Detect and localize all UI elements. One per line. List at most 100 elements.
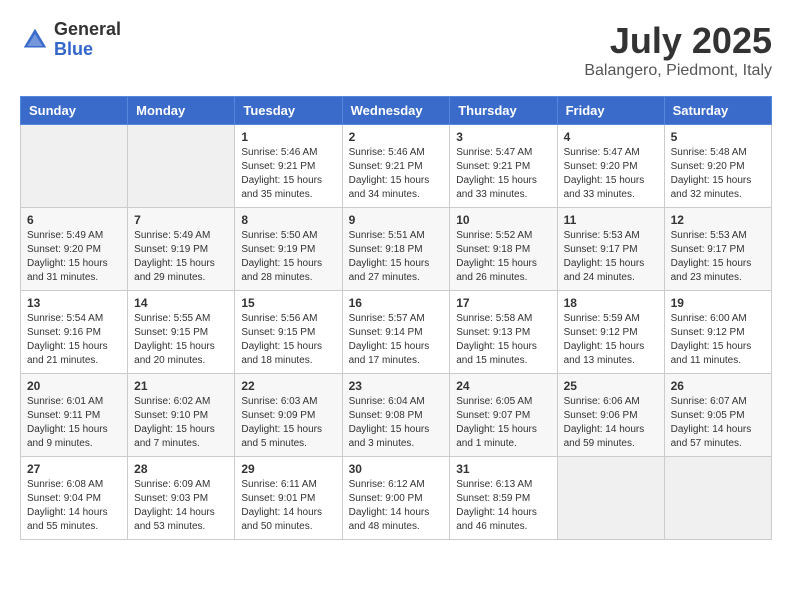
day-info: Sunrise: 6:08 AM Sunset: 9:04 PM Dayligh… [27,478,121,534]
day-number: 29 [241,462,335,476]
day-info: Sunrise: 6:01 AM Sunset: 9:11 PM Dayligh… [27,395,121,451]
day-number: 20 [27,379,121,393]
day-info: Sunrise: 5:49 AM Sunset: 9:20 PM Dayligh… [27,229,121,285]
calendar-cell: 19Sunrise: 6:00 AM Sunset: 9:12 PM Dayli… [664,291,771,374]
month-year: July 2025 [584,20,772,62]
calendar-cell: 16 Sunrise: 5:57 AM Sunset: 9:14 PM Dayli… [342,291,450,374]
calendar-cell: 25Sunrise: 6:06 AM Sunset: 9:06 PM Dayli… [557,374,664,457]
calendar-cell: 27 Sunrise: 6:08 AM Sunset: 9:04 PM Dayli… [21,457,128,540]
day-number: 17 [456,296,550,310]
calendar-cell: 4Sunrise: 5:47 AM Sunset: 9:20 PM Daylig… [557,125,664,208]
day-info: Sunrise: 5:53 AM Sunset: 9:17 PM Dayligh… [671,229,765,285]
calendar-cell: 22 Sunrise: 6:03 AM Sunset: 9:09 PM Dayli… [235,374,342,457]
day-number: 18 [564,296,658,310]
calendar-cell: 8 Sunrise: 5:50 AM Sunset: 9:19 PM Daylig… [235,208,342,291]
calendar-cell [557,457,664,540]
weekday-header-monday: Monday [128,97,235,125]
day-number: 28 [134,462,228,476]
weekday-header-sunday: Sunday [21,97,128,125]
calendar-cell: 30Sunrise: 6:12 AM Sunset: 9:00 PM Dayli… [342,457,450,540]
day-number: 12 [671,213,765,227]
day-number: 15 [241,296,335,310]
day-info: Sunrise: 5:59 AM Sunset: 9:12 PM Dayligh… [564,312,658,368]
calendar-cell: 14 Sunrise: 5:55 AM Sunset: 9:15 PM Dayli… [128,291,235,374]
day-number: 21 [134,379,228,393]
calendar-cell: 26 Sunrise: 6:07 AM Sunset: 9:05 PM Dayli… [664,374,771,457]
logo-general: General [54,20,121,40]
calendar-cell: 3 Sunrise: 5:47 AM Sunset: 9:21 PM Daylig… [450,125,557,208]
day-number: 6 [27,213,121,227]
day-info: Sunrise: 6:02 AM Sunset: 9:10 PM Dayligh… [134,395,228,451]
day-number: 31 [456,462,550,476]
page-header: General Blue July 2025 Balangero, Piedmo… [20,20,772,80]
day-info: Sunrise: 5:46 AM Sunset: 9:21 PM Dayligh… [241,146,335,202]
day-info: Sunrise: 5:51 AM Sunset: 9:18 PM Dayligh… [349,229,444,285]
day-info: Sunrise: 5:56 AM Sunset: 9:15 PM Dayligh… [241,312,335,368]
weekday-header-wednesday: Wednesday [342,97,450,125]
weekday-header-row: SundayMondayTuesdayWednesdayThursdayFrid… [21,97,772,125]
calendar-cell: 1 Sunrise: 5:46 AM Sunset: 9:21 PM Daylig… [235,125,342,208]
calendar-cell: 18 Sunrise: 5:59 AM Sunset: 9:12 PM Dayli… [557,291,664,374]
day-number: 30 [349,462,444,476]
day-number: 9 [349,213,444,227]
day-info: Sunrise: 6:13 AM Sunset: 8:59 PM Dayligh… [456,478,550,534]
day-number: 27 [27,462,121,476]
calendar-cell: 20 Sunrise: 6:01 AM Sunset: 9:11 PM Dayli… [21,374,128,457]
calendar-table: SundayMondayTuesdayWednesdayThursdayFrid… [20,96,772,540]
calendar-cell: 29 Sunrise: 6:11 AM Sunset: 9:01 PM Dayli… [235,457,342,540]
day-number: 5 [671,130,765,144]
logo: General Blue [20,20,121,60]
calendar-cell: 17 Sunrise: 5:58 AM Sunset: 9:13 PM Dayli… [450,291,557,374]
day-info: Sunrise: 5:58 AM Sunset: 9:13 PM Dayligh… [456,312,550,368]
day-number: 7 [134,213,228,227]
day-info: Sunrise: 5:53 AM Sunset: 9:17 PM Dayligh… [564,229,658,285]
calendar-week-4: 20 Sunrise: 6:01 AM Sunset: 9:11 PM Dayli… [21,374,772,457]
day-info: Sunrise: 5:52 AM Sunset: 9:18 PM Dayligh… [456,229,550,285]
calendar-week-5: 27 Sunrise: 6:08 AM Sunset: 9:04 PM Dayli… [21,457,772,540]
day-info: Sunrise: 5:50 AM Sunset: 9:19 PM Dayligh… [241,229,335,285]
calendar-cell [128,125,235,208]
calendar-cell: 12 Sunrise: 5:53 AM Sunset: 9:17 PM Dayli… [664,208,771,291]
day-info: Sunrise: 5:47 AM Sunset: 9:21 PM Dayligh… [456,146,550,202]
day-number: 22 [241,379,335,393]
day-number: 26 [671,379,765,393]
day-info: Sunrise: 6:07 AM Sunset: 9:05 PM Dayligh… [671,395,765,451]
title-block: July 2025 Balangero, Piedmont, Italy [584,20,772,80]
day-number: 19 [671,296,765,310]
calendar-cell: 6 Sunrise: 5:49 AM Sunset: 9:20 PM Daylig… [21,208,128,291]
calendar-cell: 10 Sunrise: 5:52 AM Sunset: 9:18 PM Dayli… [450,208,557,291]
day-info: Sunrise: 5:48 AM Sunset: 9:20 PM Dayligh… [671,146,765,202]
day-info: Sunrise: 6:06 AM Sunset: 9:06 PM Dayligh… [564,395,658,451]
day-info: Sunrise: 6:09 AM Sunset: 9:03 PM Dayligh… [134,478,228,534]
day-info: Sunrise: 5:57 AM Sunset: 9:14 PM Dayligh… [349,312,444,368]
day-info: Sunrise: 6:04 AM Sunset: 9:08 PM Dayligh… [349,395,444,451]
day-number: 10 [456,213,550,227]
location: Balangero, Piedmont, Italy [584,62,772,80]
weekday-header-tuesday: Tuesday [235,97,342,125]
day-number: 16 [349,296,444,310]
day-info: Sunrise: 6:11 AM Sunset: 9:01 PM Dayligh… [241,478,335,534]
calendar-cell: 21 Sunrise: 6:02 AM Sunset: 9:10 PM Dayli… [128,374,235,457]
day-number: 13 [27,296,121,310]
calendar-cell: 7Sunrise: 5:49 AM Sunset: 9:19 PM Daylig… [128,208,235,291]
calendar-week-3: 13 Sunrise: 5:54 AM Sunset: 9:16 PM Dayli… [21,291,772,374]
day-info: Sunrise: 6:03 AM Sunset: 9:09 PM Dayligh… [241,395,335,451]
logo-text: General Blue [54,20,121,60]
day-number: 1 [241,130,335,144]
day-number: 3 [456,130,550,144]
calendar-cell: 23 Sunrise: 6:04 AM Sunset: 9:08 PM Dayli… [342,374,450,457]
day-number: 14 [134,296,228,310]
day-info: Sunrise: 6:05 AM Sunset: 9:07 PM Dayligh… [456,395,550,451]
day-info: Sunrise: 5:55 AM Sunset: 9:15 PM Dayligh… [134,312,228,368]
calendar-cell: 31 Sunrise: 6:13 AM Sunset: 8:59 PM Dayli… [450,457,557,540]
day-number: 8 [241,213,335,227]
day-info: Sunrise: 5:54 AM Sunset: 9:16 PM Dayligh… [27,312,121,368]
day-number: 24 [456,379,550,393]
day-number: 23 [349,379,444,393]
calendar-cell: 28 Sunrise: 6:09 AM Sunset: 9:03 PM Dayli… [128,457,235,540]
calendar-cell: 15 Sunrise: 5:56 AM Sunset: 9:15 PM Dayli… [235,291,342,374]
day-number: 4 [564,130,658,144]
weekday-header-saturday: Saturday [664,97,771,125]
calendar-week-1: 1 Sunrise: 5:46 AM Sunset: 9:21 PM Daylig… [21,125,772,208]
calendar-cell: 5 Sunrise: 5:48 AM Sunset: 9:20 PM Daylig… [664,125,771,208]
